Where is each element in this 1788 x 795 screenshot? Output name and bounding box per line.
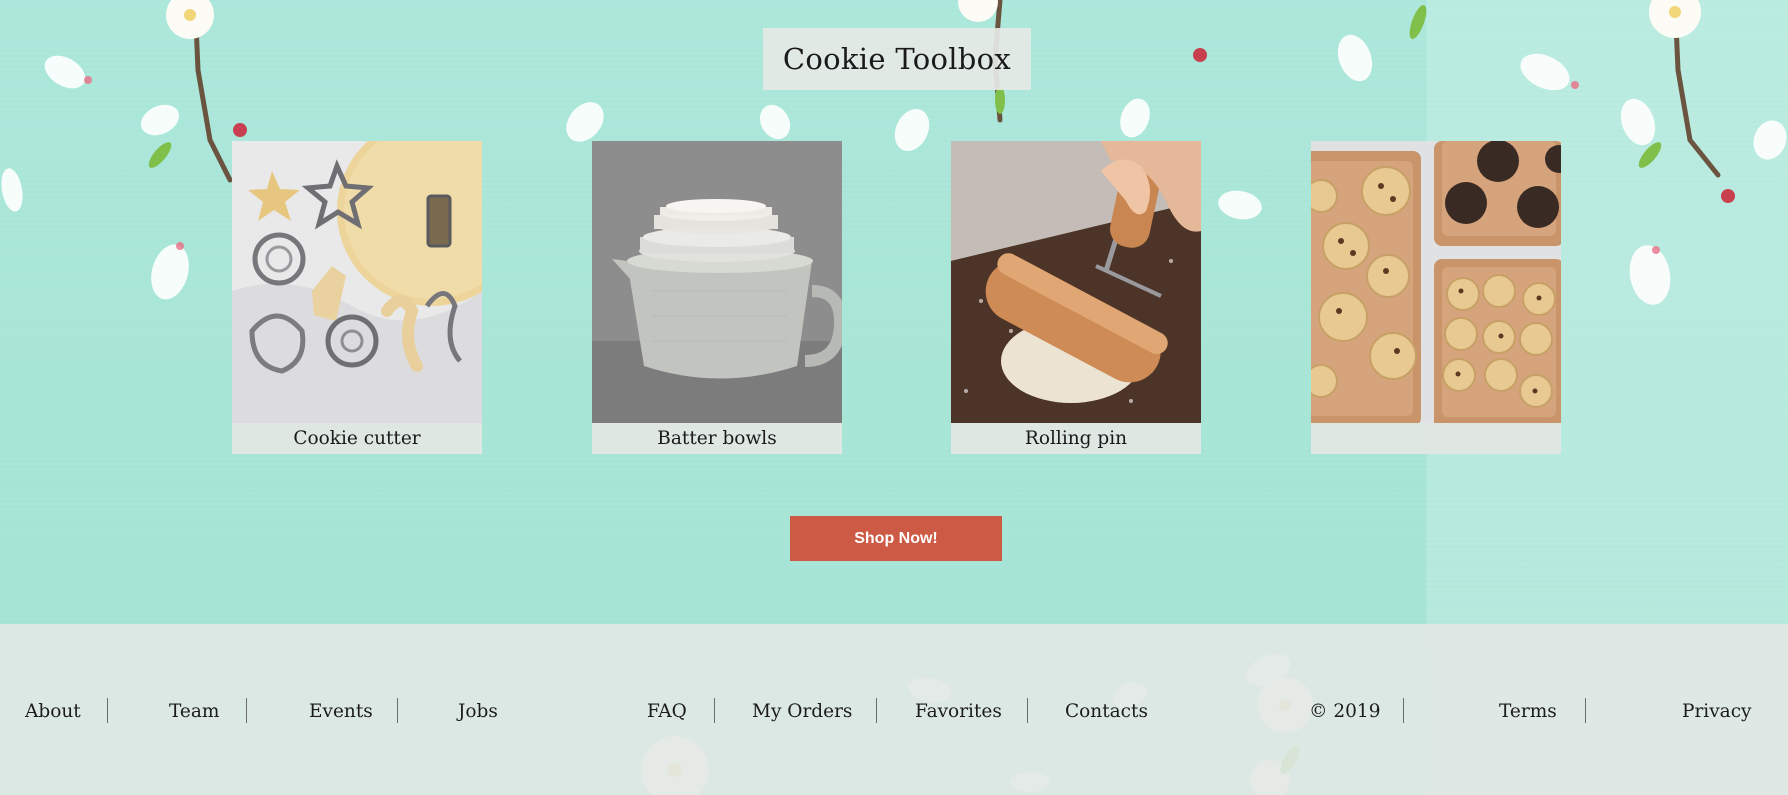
product-card-cookie-cutter[interactable]: Cookie cutter xyxy=(232,141,482,454)
footer-copyright: © 2019 xyxy=(1309,701,1381,722)
product-card-rolling-pin[interactable]: Rolling pin xyxy=(951,141,1201,454)
footer-link-about[interactable]: About xyxy=(25,700,81,724)
page-title-box: Cookie Toolbox xyxy=(763,28,1031,90)
footer-link-jobs[interactable]: Jobs xyxy=(458,700,498,724)
footer-link-faq[interactable]: FAQ xyxy=(647,700,687,724)
page-title: Cookie Toolbox xyxy=(782,42,1012,76)
rolling-pin-photo[interactable] xyxy=(951,141,1201,423)
footer-separator xyxy=(714,698,715,723)
card-caption: Batter bowls xyxy=(657,428,777,449)
footer: About Team Events Jobs FAQ My Orders Fav… xyxy=(0,624,1788,795)
baking-sheets-photo[interactable] xyxy=(1311,141,1561,423)
shop-now-button[interactable]: Shop Now! xyxy=(790,516,1002,561)
footer-link-events[interactable]: Events xyxy=(309,700,373,724)
footer-link-team[interactable]: Team xyxy=(169,700,219,724)
footer-link-my-orders[interactable]: My Orders xyxy=(752,700,852,724)
footer-link-favorites[interactable]: Favorites xyxy=(915,700,1002,724)
product-card-baking-sheets[interactable] xyxy=(1311,141,1561,454)
footer-separator xyxy=(1403,698,1404,723)
footer-separator xyxy=(397,698,398,723)
card-caption: Cookie cutter xyxy=(293,428,421,449)
cookie-cutters-photo[interactable] xyxy=(232,141,482,423)
footer-link-contacts[interactable]: Contacts xyxy=(1065,700,1148,724)
footer-link-terms[interactable]: Terms xyxy=(1499,700,1557,724)
footer-separator xyxy=(876,698,877,723)
footer-link-privacy[interactable]: Privacy xyxy=(1682,700,1752,724)
product-card-batter-bowls[interactable]: Batter bowls xyxy=(592,141,842,454)
card-caption: Rolling pin xyxy=(1024,428,1128,449)
footer-separator xyxy=(107,698,108,723)
footer-separator xyxy=(1585,698,1586,723)
card-caption xyxy=(1311,423,1561,454)
footer-separator xyxy=(1027,698,1028,723)
batter-bowls-photo[interactable] xyxy=(592,141,842,423)
footer-separator xyxy=(246,698,247,723)
